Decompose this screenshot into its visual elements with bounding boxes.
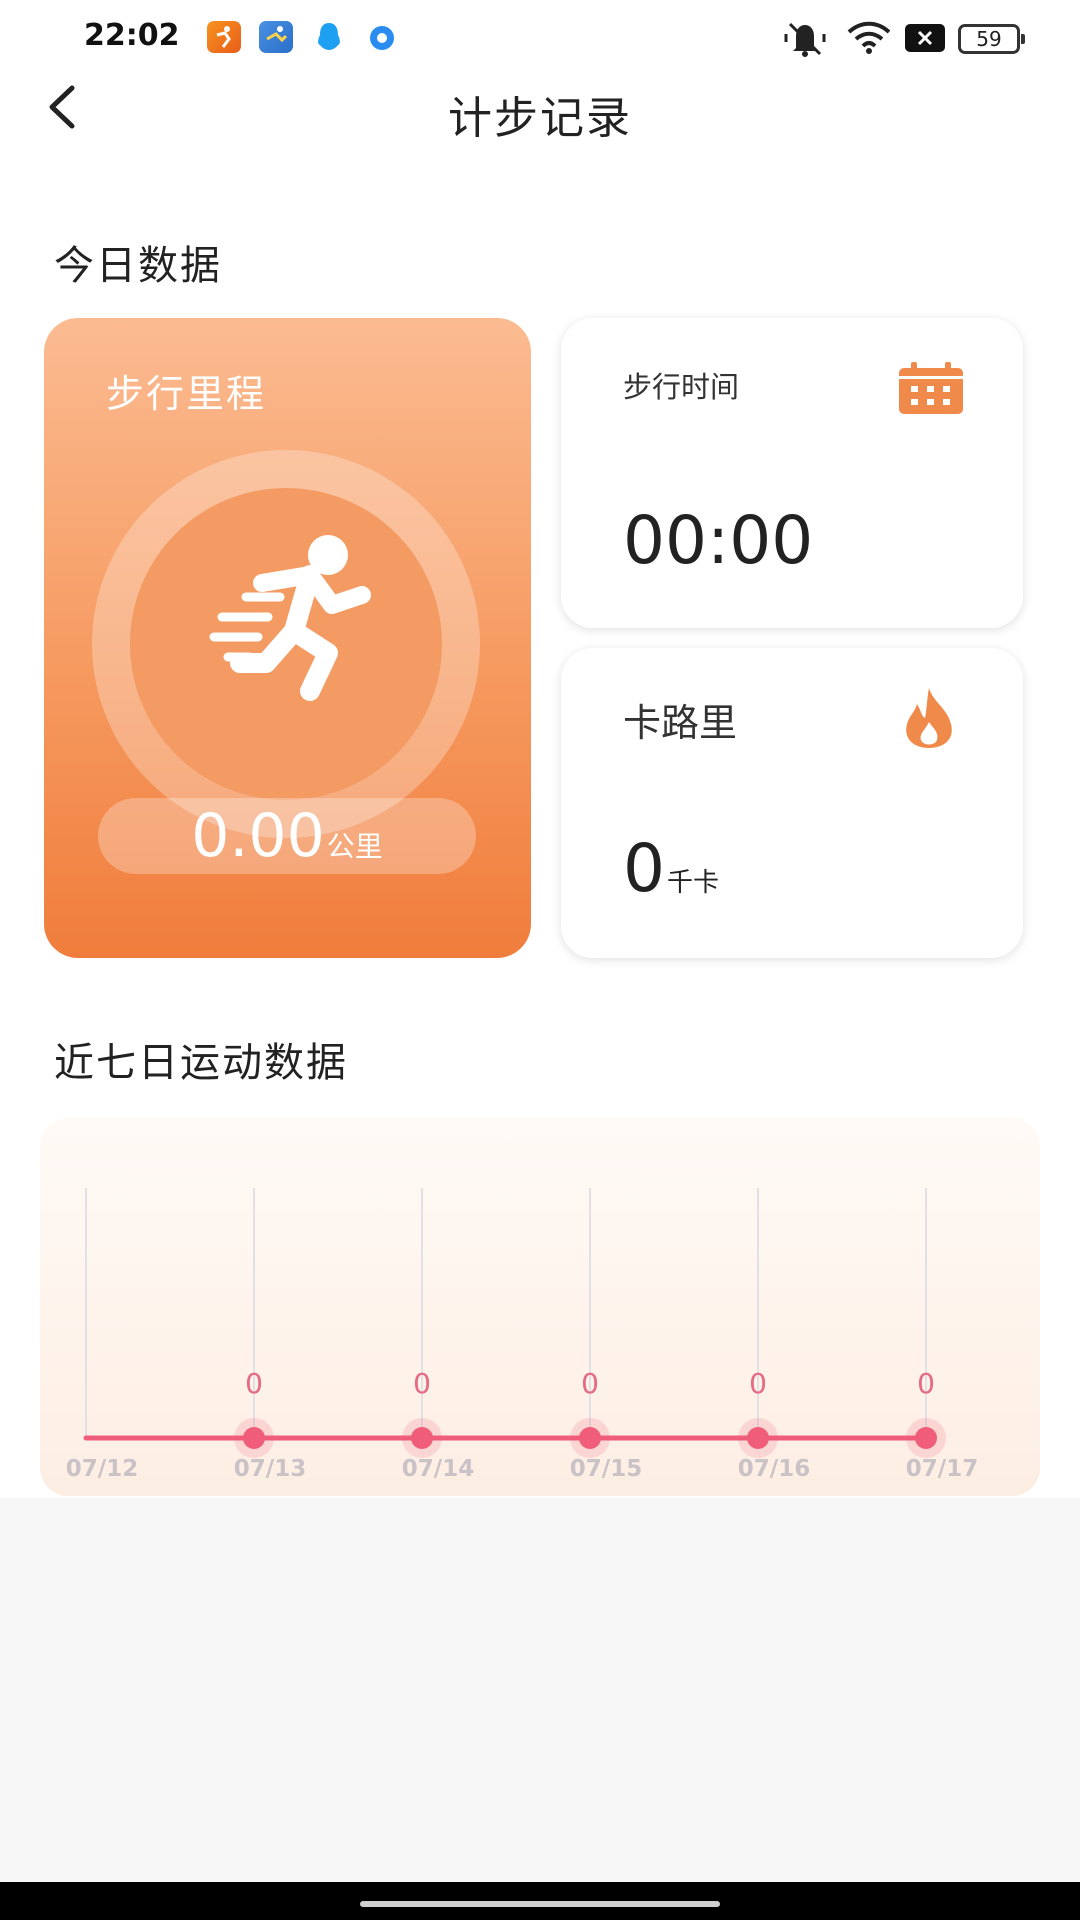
distance-value: 0.00 (191, 801, 325, 871)
x-tick-label: 07/12 (66, 1456, 138, 1482)
x-tick-label: 07/14 (402, 1456, 474, 1482)
data-label: 0 (413, 1367, 431, 1400)
week-chart-panel: 07/12 0 07/13 0 07/14 0 07/15 0 07/16 0 07/17 (40, 1118, 1040, 1496)
status-time: 22:02 (84, 18, 180, 53)
calories-card: 卡路里 0千卡 (561, 648, 1023, 958)
calendar-icon (899, 362, 963, 414)
close-box-icon (905, 24, 945, 56)
calories-label: 卡路里 (623, 701, 738, 745)
data-point (747, 1427, 769, 1449)
home-indicator[interactable] (360, 1901, 720, 1907)
runner-icon (209, 535, 371, 701)
sports-app-icon (259, 21, 293, 53)
data-point (915, 1427, 937, 1449)
week-chart: 07/12 0 07/13 0 07/14 0 07/15 0 07/16 0 07/17 (66, 1188, 978, 1482)
blue-dot-app-icon (368, 24, 396, 56)
data-label: 0 (749, 1367, 767, 1400)
calories-value-group: 0千卡 (623, 830, 719, 907)
battery-icon: 59 (958, 24, 1025, 54)
distance-unit: 公里 (326, 830, 383, 863)
x-tick-label: 07/15 (570, 1456, 642, 1482)
running-app-icon (207, 21, 241, 53)
walking-time-label: 步行时间 (623, 370, 740, 404)
wifi-icon (846, 20, 892, 60)
page-title: 计步记录 (448, 93, 632, 144)
data-label: 0 (581, 1367, 599, 1400)
x-tick-label: 07/13 (234, 1456, 306, 1482)
flame-icon (906, 688, 952, 748)
calories-value: 0 (623, 830, 665, 907)
status-bar: 22:02 59 (0, 0, 1080, 76)
walking-time-card: 步行时间 00:00 (561, 318, 1023, 628)
calories-unit: 千卡 (667, 868, 720, 898)
data-point (411, 1427, 433, 1449)
qq-icon (312, 20, 346, 58)
distance-card: 步行里程 0.00 公里 (44, 318, 531, 958)
data-point (579, 1427, 601, 1449)
distance-label: 步行里程 (106, 372, 267, 416)
walking-time-value: 00:00 (623, 502, 814, 579)
today-section-title: 今日数据 (54, 243, 222, 289)
week-section-title: 近七日运动数据 (54, 1040, 348, 1086)
x-tick-label: 07/17 (906, 1456, 978, 1482)
data-point (243, 1427, 265, 1449)
data-label: 0 (245, 1367, 263, 1400)
distance-pill: 0.00 公里 (98, 798, 476, 874)
x-tick-label: 07/16 (738, 1456, 810, 1482)
mute-icon (782, 18, 828, 62)
data-label: 0 (917, 1367, 935, 1400)
